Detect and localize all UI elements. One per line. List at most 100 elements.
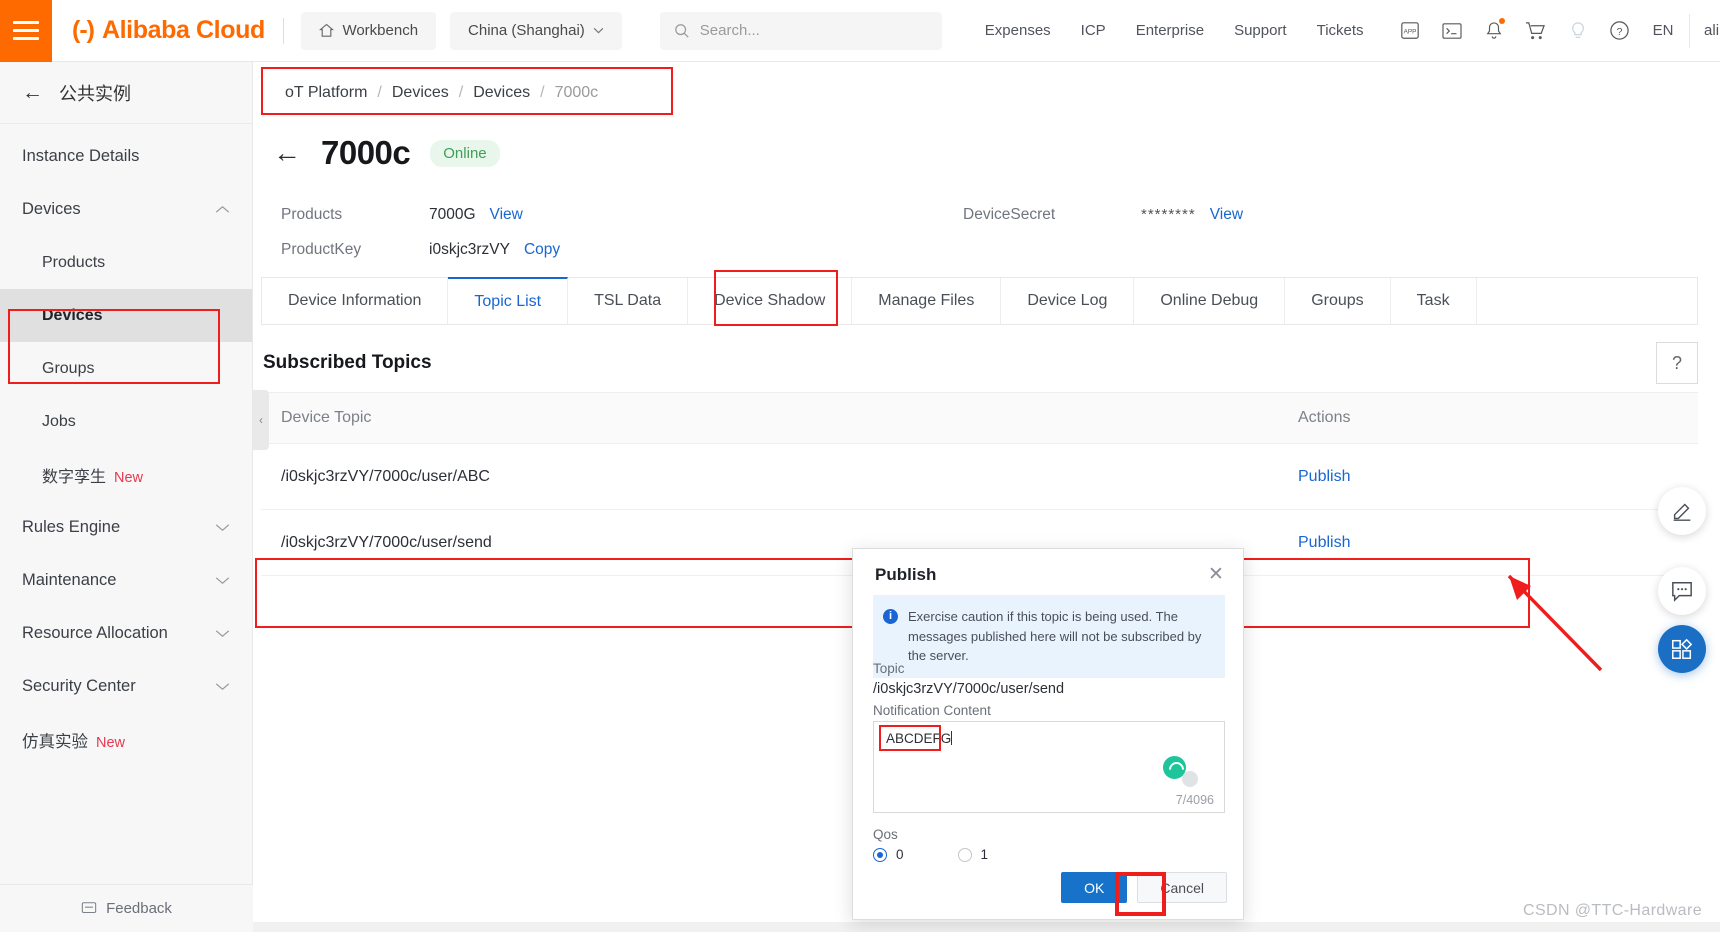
language-selector[interactable]: EN [1641, 22, 1686, 39]
tab-topic-list[interactable]: Topic List [448, 277, 569, 324]
tab-device-information[interactable]: Device Information [261, 278, 449, 324]
section-title-subscribed-topics: Subscribed Topics [263, 352, 432, 373]
topbar-link-enterprise[interactable]: Enterprise [1121, 22, 1219, 39]
sidebar-item-jobs[interactable]: Jobs [0, 395, 252, 448]
tab-task[interactable]: Task [1391, 278, 1477, 324]
chevron-down-icon [215, 573, 230, 588]
topbar-link-expenses[interactable]: Expenses [970, 22, 1066, 39]
feedback-button[interactable]: Feedback [0, 884, 253, 932]
topbar-divider [282, 17, 284, 44]
topbar-link-support[interactable]: Support [1219, 22, 1302, 39]
sidebar-collapse-toggle[interactable]: ‹ [253, 390, 269, 450]
dialog-title: Publish [875, 565, 937, 584]
search-input[interactable] [699, 22, 928, 39]
tab-label: Task [1416, 292, 1450, 309]
qos-label: Qos [873, 827, 898, 842]
sidebar-item-rules-engine[interactable]: Rules Engine [0, 501, 252, 554]
chevron-down-icon [215, 520, 230, 535]
hamburger-menu-icon[interactable] [0, 0, 52, 62]
qos-radio-0[interactable]: 0 [873, 847, 904, 862]
ok-button[interactable]: OK [1061, 872, 1128, 903]
tab-device-log[interactable]: Device Log [1001, 278, 1135, 324]
breadcrumb-item-devices-2[interactable]: Devices [473, 84, 530, 102]
notification-content-value: ABCDEFG [886, 731, 953, 746]
products-view-link[interactable]: View [490, 206, 523, 224]
sidebar-item-resource-allocation[interactable]: Resource Allocation [0, 607, 252, 660]
sidebar-item-label: Devices [42, 306, 103, 324]
table-row[interactable]: /i0skjc3rzVY/7000c/user/ABC Publish [261, 444, 1698, 510]
terminal-icon[interactable] [1431, 10, 1473, 52]
tab-label: Device Information [288, 292, 422, 309]
sidebar-item-maintenance[interactable]: Maintenance [0, 554, 252, 607]
app-icon[interactable]: APP [1389, 10, 1431, 52]
sidebar-item-simulation[interactable]: 仿真实验 New [0, 713, 252, 766]
edit-pencil-fab[interactable] [1658, 487, 1706, 535]
home-icon [319, 23, 335, 37]
chevron-down-icon [593, 27, 604, 34]
sidebar-item-products[interactable]: Products [0, 236, 252, 289]
top-navigation-bar: (-) Alibaba Cloud Workbench China (Shang… [0, 0, 1720, 62]
help-circle-icon[interactable]: ? [1599, 10, 1641, 52]
sidebar-item-digital-twin[interactable]: 数字孪生 New [0, 448, 252, 501]
sidebar-item-security-center[interactable]: Security Center [0, 660, 252, 713]
products-value: 7000G [429, 205, 476, 223]
region-selector[interactable]: China (Shanghai) [450, 11, 622, 50]
topbar-link-icp[interactable]: ICP [1066, 22, 1121, 39]
sidebar-back-instance[interactable]: ← 公共实例 [0, 62, 252, 124]
app-root: (-) Alibaba Cloud Workbench China (Shang… [0, 0, 1720, 932]
feedback-chat-fab[interactable] [1658, 567, 1706, 615]
new-badge: New [96, 734, 126, 751]
sidebar: ← 公共实例 Instance Details Devices Products… [0, 62, 253, 932]
bell-icon[interactable] [1473, 10, 1515, 52]
bottom-strip [0, 922, 1720, 932]
sidebar-item-label: Jobs [42, 412, 76, 430]
chevron-down-icon [215, 679, 230, 694]
cart-icon[interactable] [1515, 10, 1557, 52]
productkey-copy-link[interactable]: Copy [524, 241, 560, 259]
qos-option-label: 0 [896, 847, 904, 862]
workbench-button[interactable]: Workbench [301, 11, 437, 50]
sidebar-item-devices-group[interactable]: Devices [0, 183, 252, 236]
meta-row-productkey: ProductKey i0skjc3rzVY Copy [281, 232, 560, 267]
sidebar-item-label: Security Center [22, 677, 136, 695]
qos-radio-1[interactable]: 1 [957, 847, 988, 862]
breadcrumb-item-devices-1[interactable]: Devices [392, 84, 449, 102]
brand-logo[interactable]: (-) Alibaba Cloud [72, 16, 265, 45]
dialog-footer: OK Cancel [1061, 872, 1227, 903]
publish-link[interactable]: Publish [1298, 534, 1350, 551]
tab-tsl-data[interactable]: TSL Data [568, 278, 689, 324]
breadcrumb-separator: / [458, 84, 464, 101]
tab-online-debug[interactable]: Online Debug [1134, 278, 1286, 324]
info-icon: i [883, 609, 898, 624]
devicesecret-view-link[interactable]: View [1210, 206, 1243, 224]
topbar-links: Expenses ICP Enterprise Support Tickets [970, 22, 1379, 39]
topbar-icons: APP ? [1389, 10, 1641, 52]
tab-manage-files[interactable]: Manage Files [852, 278, 1002, 324]
apps-grid-fab[interactable] [1658, 625, 1706, 673]
sidebar-item-instance-details[interactable]: Instance Details [0, 130, 252, 183]
sidebar-item-label: Products [42, 253, 106, 271]
tab-groups[interactable]: Groups [1285, 278, 1391, 324]
page-back-arrow-icon[interactable]: ← [273, 139, 301, 167]
notification-content-textarea[interactable]: ABCDEFG 7/4096 [873, 721, 1225, 813]
sidebar-item-devices[interactable]: Devices [0, 289, 252, 342]
breadcrumb-item-iot-platform[interactable]: oT Platform [285, 84, 367, 102]
tab-device-shadow[interactable]: Device Shadow [688, 278, 853, 324]
topbar-link-tickets[interactable]: Tickets [1302, 22, 1379, 39]
close-icon[interactable]: ✕ [1203, 561, 1229, 587]
radio-dot-icon [873, 847, 887, 862]
feedback-label: Feedback [106, 900, 172, 917]
workbench-label: Workbench [342, 22, 419, 39]
bulb-icon[interactable] [1557, 10, 1599, 52]
sidebar-item-groups[interactable]: Groups [0, 342, 252, 395]
cancel-button[interactable]: Cancel [1137, 872, 1227, 903]
account-name-label[interactable]: ali [1694, 22, 1720, 39]
back-arrow-icon: ← [22, 81, 43, 104]
publish-link[interactable]: Publish [1298, 468, 1350, 485]
search-box[interactable] [659, 11, 942, 50]
feedback-icon [81, 902, 97, 914]
meta-row-devicesecret: DeviceSecret ******** View [963, 197, 1243, 232]
sidebar-item-label: Rules Engine [22, 518, 121, 536]
help-button[interactable]: ? [1656, 342, 1698, 384]
new-badge: New [114, 469, 144, 486]
